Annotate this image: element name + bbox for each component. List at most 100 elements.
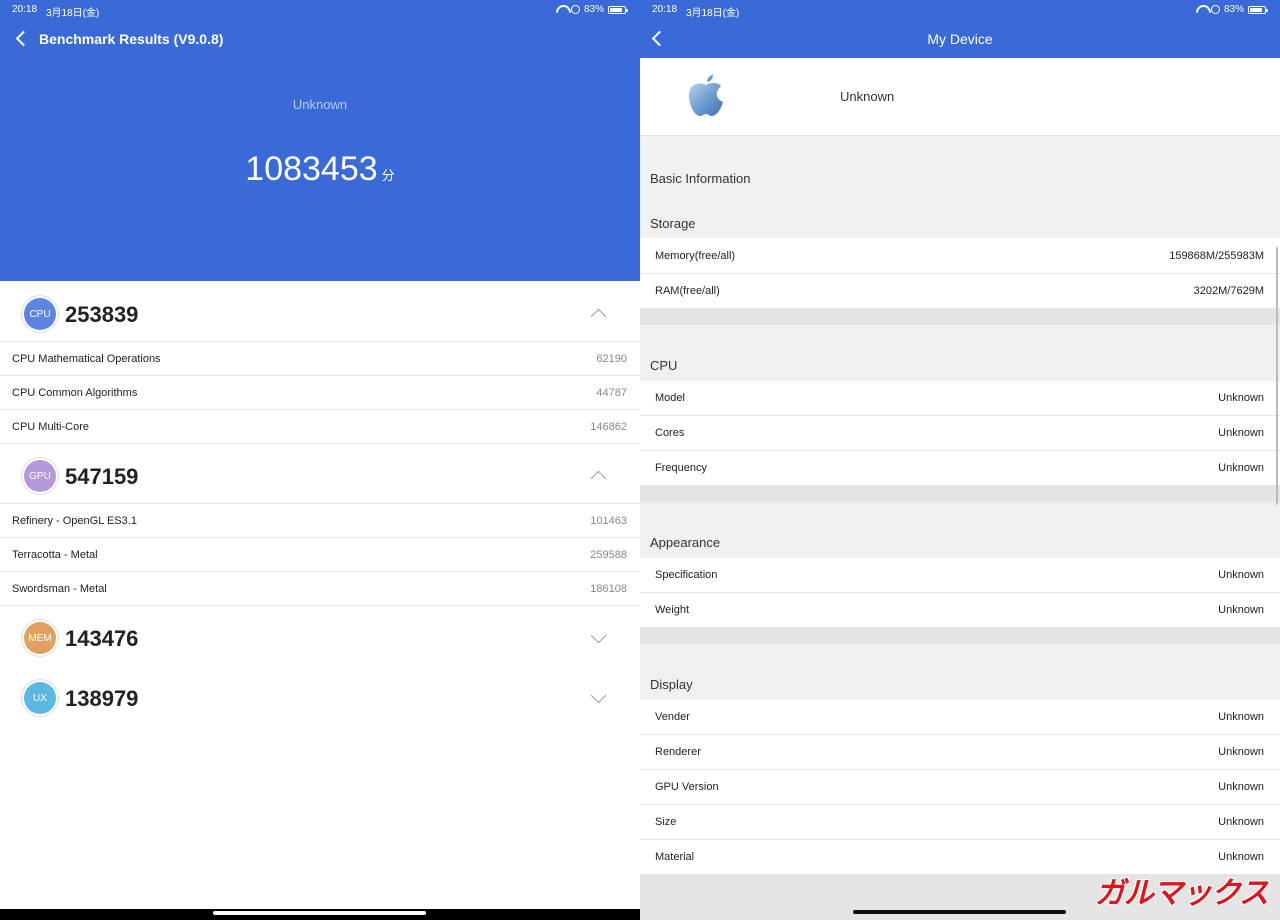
sub-score-row: CPU Multi-Core 146862 bbox=[0, 409, 640, 443]
total-score-value: 1083453 bbox=[245, 150, 378, 188]
sub-score-row: CPU Mathematical Operations 62190 bbox=[0, 341, 640, 375]
scrollbar[interactable] bbox=[1276, 247, 1278, 505]
info-value: Unknown bbox=[1218, 569, 1264, 581]
sub-score-label: Terracotta - Metal bbox=[12, 549, 98, 561]
info-row-gpu-version: GPU Version Unknown bbox=[640, 770, 1280, 805]
info-value: 159868M/255983M bbox=[1169, 250, 1264, 262]
cpu-section-title: CPU bbox=[650, 358, 678, 373]
info-row-vender: Vender Unknown bbox=[640, 700, 1280, 735]
sub-score-label: Swordsman - Metal bbox=[12, 583, 107, 595]
info-row-renderer: Renderer Unknown bbox=[640, 735, 1280, 770]
sub-score-row: CPU Common Algorithms 44787 bbox=[0, 375, 640, 409]
apple-logo-icon bbox=[689, 75, 723, 116]
info-label: Size bbox=[655, 816, 677, 828]
back-icon[interactable] bbox=[15, 30, 32, 47]
score-unit: 分 bbox=[381, 168, 395, 183]
nav-bar: 20:18 3月18日(金) 83% My Device bbox=[640, 0, 1280, 58]
info-value: Unknown bbox=[1218, 746, 1264, 758]
gpu-score: 547159 bbox=[65, 464, 139, 489]
sub-score-value: 146862 bbox=[590, 421, 627, 433]
info-row-model: Model Unknown bbox=[640, 381, 1280, 416]
collapse-icon[interactable] bbox=[590, 470, 607, 487]
device-name: Unknown bbox=[840, 89, 895, 104]
section-separator bbox=[640, 628, 1280, 644]
sub-score-row: Swordsman - Metal 186108 bbox=[0, 571, 640, 605]
info-label: Renderer bbox=[655, 746, 701, 758]
total-score: 1083453 分 bbox=[0, 150, 640, 189]
cpu-badge: CPU bbox=[24, 298, 56, 330]
section-separator bbox=[640, 486, 1280, 502]
section-separator bbox=[640, 309, 1280, 325]
my-device-screen: 20:18 3月18日(金) 83% My Device Unknown Bas… bbox=[640, 0, 1280, 920]
page-title: Benchmark Results (V9.0.8) bbox=[39, 31, 224, 47]
ux-score: 138979 bbox=[65, 686, 139, 711]
info-value: Unknown bbox=[1218, 604, 1264, 616]
category-gpu[interactable]: GPU 547159 bbox=[0, 445, 640, 505]
info-row-weight: Weight Unknown bbox=[640, 593, 1280, 628]
info-label: GPU Version bbox=[655, 781, 719, 793]
orientation-lock-icon bbox=[570, 5, 580, 14]
info-value: Unknown bbox=[1218, 392, 1264, 404]
sub-score-row: Refinery - OpenGL ES3.1 101463 bbox=[0, 503, 640, 537]
info-value: Unknown bbox=[1218, 427, 1264, 439]
sub-score-label: CPU Multi-Core bbox=[12, 421, 90, 433]
sub-score-value: 62190 bbox=[596, 353, 627, 365]
info-label: Frequency bbox=[655, 462, 707, 474]
battery-percent: 83% bbox=[1223, 4, 1244, 15]
watermark-logo: ガルマックス bbox=[1094, 876, 1269, 911]
info-label: Model bbox=[655, 392, 685, 404]
mem-score: 143476 bbox=[65, 626, 139, 651]
info-value: Unknown bbox=[1218, 462, 1264, 474]
info-row-cores: Cores Unknown bbox=[640, 416, 1280, 451]
expand-icon[interactable] bbox=[590, 627, 607, 644]
info-label: RAM(free/all) bbox=[655, 285, 720, 297]
battery-icon bbox=[1248, 5, 1268, 14]
category-cpu[interactable]: CPU 253839 bbox=[0, 283, 640, 343]
status-bar: 20:18 3月18日(金) 83% bbox=[0, 0, 640, 19]
info-label: Memory(free/all) bbox=[655, 250, 736, 262]
info-value: Unknown bbox=[1218, 711, 1264, 723]
ux-badge: UX bbox=[24, 682, 56, 714]
sub-score-value: 44787 bbox=[596, 387, 627, 399]
info-label: Weight bbox=[655, 604, 690, 616]
sub-score-row: Terracotta - Metal 259588 bbox=[0, 537, 640, 571]
info-value: 3202M/7629M bbox=[1193, 285, 1264, 297]
wifi-icon bbox=[1196, 5, 1207, 14]
status-date: 3月18日(金) bbox=[686, 8, 740, 19]
wifi-icon bbox=[556, 5, 567, 14]
sub-score-value: 186108 bbox=[590, 583, 627, 595]
display-section-title: Display bbox=[650, 677, 693, 692]
collapse-icon[interactable] bbox=[590, 308, 607, 325]
basic-information-title: Basic Information bbox=[650, 171, 751, 186]
gpu-badge: GPU bbox=[24, 460, 56, 492]
info-label: Material bbox=[655, 851, 695, 863]
mem-badge: MEM bbox=[24, 622, 56, 654]
orientation-lock-icon bbox=[1210, 5, 1220, 14]
status-date: 3月18日(金) bbox=[46, 8, 100, 19]
info-value: Unknown bbox=[1218, 781, 1264, 793]
benchmark-results-screen: 20:18 3月18日(金) 83% Benchmark Results (V9… bbox=[0, 0, 640, 920]
expand-icon[interactable] bbox=[590, 687, 607, 704]
info-label: Vender bbox=[655, 711, 690, 723]
divider bbox=[0, 443, 640, 444]
info-row-memory: Memory(free/all) 159868M/255983M bbox=[640, 239, 1280, 274]
status-time: 20:18 bbox=[652, 4, 678, 15]
info-row-frequency: Frequency Unknown bbox=[640, 451, 1280, 486]
score-header: 20:18 3月18日(金) 83% Benchmark Results (V9… bbox=[0, 0, 640, 281]
sub-score-value: 101463 bbox=[590, 515, 627, 527]
category-mem[interactable]: MEM 143476 bbox=[0, 607, 640, 667]
info-row-size: Size Unknown bbox=[640, 805, 1280, 840]
appearance-section-title: Appearance bbox=[650, 535, 721, 550]
battery-icon bbox=[608, 5, 628, 14]
home-indicator[interactable] bbox=[853, 910, 1066, 914]
battery-percent: 83% bbox=[583, 4, 604, 15]
home-bar bbox=[0, 909, 640, 920]
home-indicator[interactable] bbox=[213, 911, 426, 915]
info-value: Unknown bbox=[1218, 816, 1264, 828]
sub-score-label: Refinery - OpenGL ES3.1 bbox=[12, 515, 137, 527]
divider bbox=[0, 605, 640, 606]
info-row-specification: Specification Unknown bbox=[640, 558, 1280, 593]
device-header: Unknown bbox=[640, 58, 1280, 136]
device-name: Unknown bbox=[292, 97, 348, 112]
category-ux[interactable]: UX 138979 bbox=[0, 667, 640, 727]
